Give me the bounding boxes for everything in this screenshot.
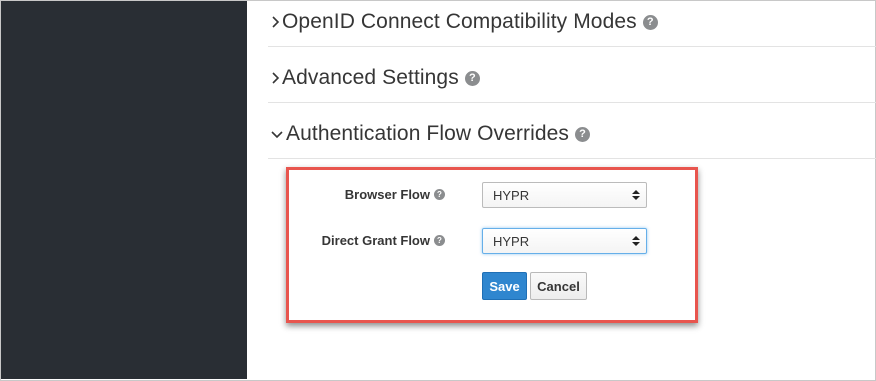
browser-flow-selected-value: HYPR bbox=[493, 187, 530, 203]
browser-flow-label: Browser Flow ? bbox=[345, 187, 445, 202]
chevron-right-icon[interactable] bbox=[268, 66, 282, 90]
chevron-right-icon[interactable] bbox=[268, 10, 282, 34]
section-authentication-flow-overrides[interactable]: Authentication Flow Overrides ? bbox=[268, 114, 876, 159]
question-circle-icon[interactable]: ? bbox=[434, 189, 445, 200]
question-circle-icon[interactable]: ? bbox=[434, 235, 445, 246]
browser-flow-label-text: Browser Flow bbox=[344, 187, 430, 202]
cancel-button[interactable]: Cancel bbox=[530, 272, 587, 300]
select-arrows-icon bbox=[629, 235, 643, 247]
question-circle-icon[interactable]: ? bbox=[642, 14, 658, 30]
section-title[interactable]: OpenID Connect Compatibility Modes bbox=[282, 10, 637, 34]
select-arrows-icon bbox=[629, 189, 643, 201]
browser-flow-select[interactable]: HYPR bbox=[482, 182, 647, 208]
section-title[interactable]: Authentication Flow Overrides bbox=[286, 122, 569, 146]
flow-overrides-form: Browser Flow ? HYPR Direct Grant Flow ? … bbox=[286, 167, 698, 323]
section-advanced-settings[interactable]: Advanced Settings ? bbox=[268, 58, 876, 103]
direct-grant-flow-label: Direct Grant Flow ? bbox=[322, 233, 445, 248]
question-circle-icon[interactable]: ? bbox=[575, 126, 591, 142]
direct-grant-flow-selected-value: HYPR bbox=[493, 233, 530, 249]
section-title[interactable]: Advanced Settings bbox=[282, 66, 459, 90]
sidebar bbox=[1, 1, 247, 379]
direct-grant-flow-select[interactable]: HYPR bbox=[482, 228, 647, 254]
section-openid-connect-compatibility-modes[interactable]: OpenID Connect Compatibility Modes ? bbox=[268, 2, 876, 47]
save-button[interactable]: Save bbox=[482, 272, 527, 300]
question-circle-icon[interactable]: ? bbox=[464, 70, 480, 86]
chevron-down-icon[interactable] bbox=[268, 122, 286, 146]
direct-grant-flow-label-text: Direct Grant Flow bbox=[321, 233, 430, 248]
